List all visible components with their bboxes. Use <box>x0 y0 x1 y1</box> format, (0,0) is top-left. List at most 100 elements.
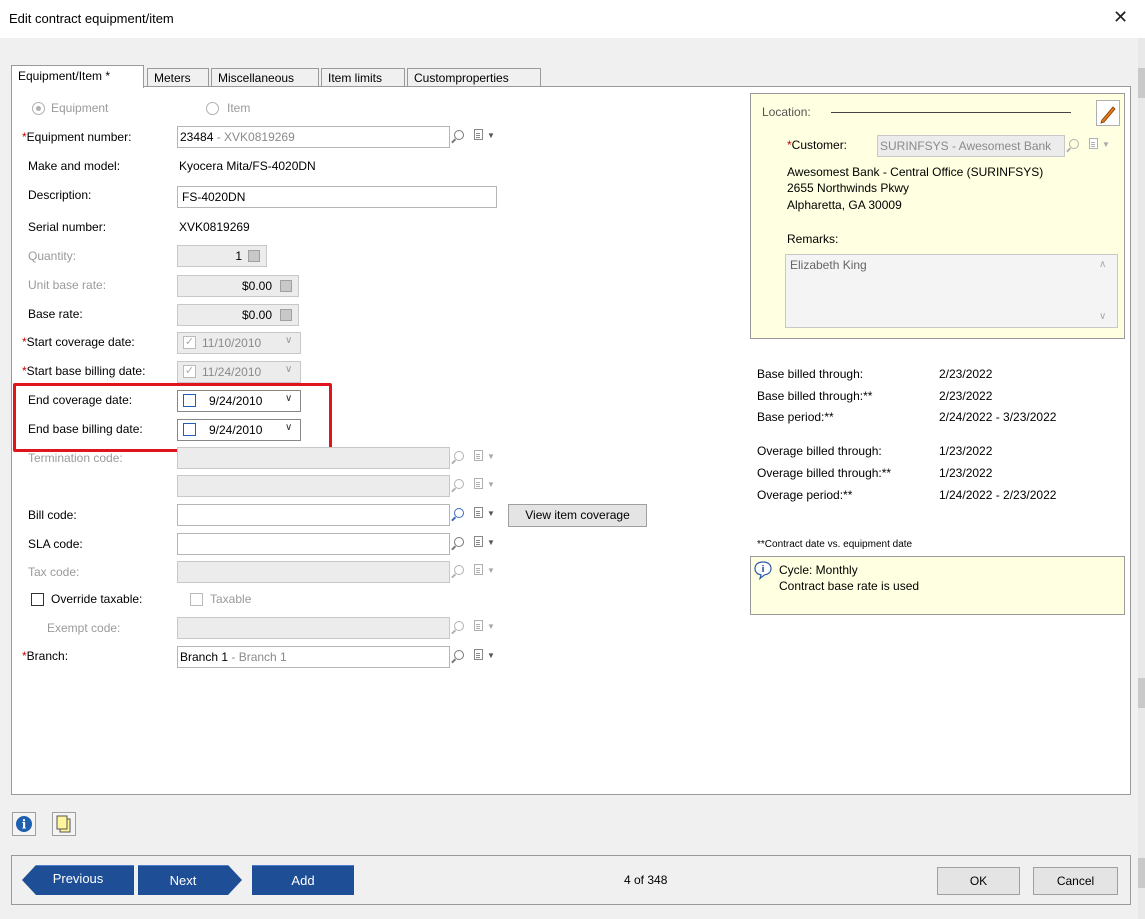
edit-location-button[interactable] <box>1096 100 1120 126</box>
sla-code-input[interactable] <box>177 533 450 555</box>
override-taxable-label: Override taxable: <box>51 592 143 606</box>
overage-period-label: Overage period:** <box>757 488 853 502</box>
info-icon: i <box>16 816 32 832</box>
lookup-icon <box>454 450 464 464</box>
start-base-billing-date-checkbox[interactable]: ✓ <box>183 365 196 378</box>
tax-code-field <box>177 561 450 583</box>
tab-item-limits[interactable]: Item limits <box>321 68 405 88</box>
ok-button[interactable]: OK <box>937 867 1020 895</box>
document-menu-icon <box>1089 138 1098 152</box>
exempt-code-field <box>177 617 450 639</box>
tab-meters[interactable]: Meters <box>147 68 209 88</box>
quantity-label: Quantity: <box>28 249 77 263</box>
base-billed-through-equipment-value: 2/23/2022 <box>939 389 993 403</box>
calculator-icon <box>280 309 292 321</box>
chevron-down-icon: ▼ <box>487 622 495 631</box>
tax-code-label: Tax code: <box>28 565 80 579</box>
termination-description-field <box>177 475 450 497</box>
close-icon[interactable]: ✕ <box>1113 8 1128 26</box>
branch-label: *Branch: <box>22 649 69 663</box>
termination-code-label: Termination code: <box>28 451 123 465</box>
info-bubble-icon: i <box>754 561 772 580</box>
chevron-down-icon: ▼ <box>487 566 495 575</box>
chevron-down-icon[interactable]: ∨ <box>285 364 292 375</box>
make-model-label: Make and model: <box>28 159 121 173</box>
tab-equipment-item[interactable]: Equipment/Item * <box>11 65 144 88</box>
document-menu-icon[interactable] <box>474 507 483 521</box>
customer-label: *Customer: <box>787 138 848 152</box>
document-menu-icon[interactable] <box>474 649 483 663</box>
customer-field: SURINFSYS - Awesomest Bank <box>877 135 1065 157</box>
base-billed-through-equipment-label: Base billed through:** <box>757 389 873 403</box>
termination-code-field <box>177 447 450 469</box>
address-line-3: Alpharetta, GA 30009 <box>787 198 902 212</box>
description-label: Description: <box>28 188 92 202</box>
date-footnote: **Contract date vs. equipment date <box>757 539 913 550</box>
base-rate-label: Base rate: <box>28 307 83 321</box>
background-window-edge <box>1138 38 1145 919</box>
lookup-icon[interactable] <box>454 649 464 663</box>
lookup-icon <box>1069 138 1079 152</box>
override-taxable-checkbox[interactable] <box>31 593 44 606</box>
bill-code-input[interactable] <box>177 504 450 526</box>
chevron-down-icon[interactable]: ∨ <box>285 335 292 346</box>
overage-billed-through-value: 1/23/2022 <box>939 444 993 458</box>
bill-code-label: Bill code: <box>28 508 77 522</box>
lookup-icon[interactable] <box>454 129 464 143</box>
chevron-down-icon[interactable]: ▼ <box>487 538 495 547</box>
copy-document-icon <box>56 815 71 833</box>
document-menu-icon[interactable] <box>474 129 483 143</box>
serial-number-value: XVK0819269 <box>179 220 250 234</box>
overage-billed-through-equipment-label: Overage billed through:** <box>757 466 892 480</box>
item-radio-label: Item <box>227 101 251 115</box>
copy-button[interactable] <box>52 812 76 836</box>
calculator-icon <box>248 250 260 262</box>
taxable-checkbox <box>190 593 203 606</box>
calculator-icon <box>280 280 292 292</box>
base-period-value: 2/24/2022 - 3/23/2022 <box>939 410 1057 424</box>
lookup-icon[interactable] <box>454 536 464 550</box>
scroll-down-icon[interactable]: ∨ <box>1099 311 1106 322</box>
exempt-code-label: Exempt code: <box>47 621 121 635</box>
chevron-down-icon[interactable]: ▼ <box>487 131 495 140</box>
branch-input[interactable]: Branch 1 - Branch 1 <box>177 646 450 668</box>
cancel-button[interactable]: Cancel <box>1033 867 1118 895</box>
start-coverage-date-label: *Start coverage date: <box>22 335 135 349</box>
lookup-icon[interactable] <box>454 507 464 521</box>
chevron-down-icon: ▼ <box>487 452 495 461</box>
base-period-label: Base period:** <box>757 410 834 424</box>
start-base-billing-date-label: *Start base billing date: <box>22 364 146 378</box>
chevron-down-icon[interactable]: ▼ <box>487 651 495 660</box>
document-menu-icon[interactable] <box>474 536 483 550</box>
location-legend: Location: <box>762 105 811 119</box>
equipment-number-field[interactable]: 23484 - XVK0819269 <box>177 126 450 148</box>
chevron-down-icon: ▼ <box>1102 140 1110 149</box>
lookup-icon <box>454 478 464 492</box>
address-line-1: Awesomest Bank - Central Office (SURINFS… <box>787 165 1044 179</box>
overage-billed-through-equipment-value: 1/23/2022 <box>939 466 993 480</box>
chevron-down-icon[interactable]: ▼ <box>487 509 495 518</box>
add-button[interactable]: Add <box>252 865 354 895</box>
remarks-label: Remarks: <box>787 232 839 246</box>
next-button[interactable]: Next <box>138 865 242 895</box>
scroll-up-icon[interactable]: ∧ <box>1099 259 1106 270</box>
tab-miscellaneous[interactable]: Miscellaneous <box>211 68 319 88</box>
view-item-coverage-button[interactable]: View item coverage <box>508 504 647 527</box>
cycle-text: Cycle: Monthly <box>779 563 858 577</box>
lookup-icon <box>454 564 464 578</box>
start-coverage-date-checkbox[interactable]: ✓ <box>183 336 196 349</box>
tab-custom-properties[interactable]: Customproperties <box>407 68 541 88</box>
equipment-radio[interactable] <box>32 102 45 115</box>
previous-button[interactable]: Previous <box>22 865 134 895</box>
item-radio[interactable] <box>206 102 219 115</box>
remarks-textarea: Elizabeth King <box>785 254 1118 328</box>
address-line-2: 2655 Northwinds Pkwy <box>787 181 910 195</box>
description-input[interactable]: FS-4020DN <box>177 186 497 208</box>
info-button[interactable]: i <box>12 812 36 836</box>
equipment-number-label: *Equipment number: <box>22 130 132 144</box>
record-position: 4 of 348 <box>624 873 668 887</box>
serial-number-label: Serial number: <box>28 220 107 234</box>
base-rate-note: Contract base rate is used <box>779 579 920 593</box>
document-menu-icon <box>474 620 483 634</box>
equipment-radio-label: Equipment <box>51 101 109 115</box>
